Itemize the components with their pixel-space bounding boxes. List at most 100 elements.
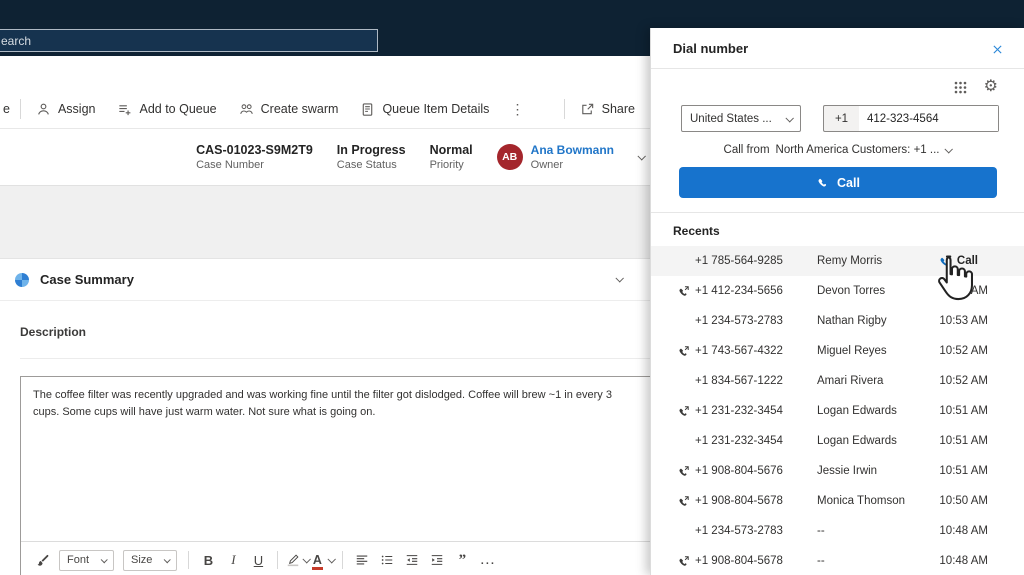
recent-call-row[interactable]: +1 908-804-5676 Jessie Irwin 10:51 AM <box>651 456 1024 486</box>
recent-name: Jessie Irwin <box>817 465 878 477</box>
close-icon[interactable] <box>988 40 1006 58</box>
outgoing-call-icon <box>677 555 690 568</box>
description-label: Description <box>20 325 87 339</box>
recent-number: +1 412-234-5656 <box>695 285 783 297</box>
size-dropdown[interactable]: Size <box>123 549 178 571</box>
phone-icon <box>816 176 829 189</box>
swarm-icon <box>239 102 254 117</box>
outgoing-call-icon <box>677 465 690 478</box>
recent-name: Nathan Rigby <box>817 315 887 327</box>
recent-call-row[interactable]: +1 743-567-4322 Miguel Reyes 10:52 AM <box>651 336 1024 366</box>
recent-number: +1 908-804-5678 <box>695 555 783 567</box>
outdent-button[interactable] <box>401 549 423 571</box>
share-icon <box>580 102 595 117</box>
bullet-list-button[interactable] <box>376 549 398 571</box>
recent-time: 10:48 AM <box>939 525 988 537</box>
bullet-list-icon <box>380 553 394 567</box>
chevron-down-icon <box>100 555 108 563</box>
bold-button[interactable]: B <box>197 549 219 571</box>
owner-label: Owner <box>530 159 564 171</box>
chevron-down-icon <box>944 145 954 154</box>
recent-call-row[interactable]: +1 834-567-1222 Amari Rivera 10:52 AM <box>651 366 1024 396</box>
font-color-button[interactable]: A <box>311 549 336 571</box>
chevron-down-icon[interactable] <box>637 152 646 161</box>
recent-call-row[interactable]: +1 908-804-5678 Monica Thomson 10:50 AM <box>651 486 1024 516</box>
owner-avatar[interactable]: AB <box>496 144 523 170</box>
recent-call-row[interactable]: +1 234-573-2783 -- 10:48 AM <box>651 516 1024 546</box>
chevron-down-icon <box>327 555 336 564</box>
assign-button[interactable]: Assign <box>25 94 107 124</box>
chevron-down-icon <box>164 555 172 563</box>
toolbar-more-button[interactable]: … <box>476 549 498 571</box>
recent-call-row[interactable]: +1 231-232-3454 Logan Edwards 10:51 AM <box>651 396 1024 426</box>
call-from-selector[interactable]: Call from North America Customers: +1 ..… <box>651 141 1024 159</box>
recent-number: +1 908-804-5676 <box>695 465 783 477</box>
rich-text-toolbar: Font Size B I U A ” … <box>21 542 651 575</box>
partial-command-label[interactable]: e <box>2 102 16 116</box>
recent-time: 10:52 AM <box>939 375 988 387</box>
command-bar-divider <box>19 99 21 119</box>
font-color-icon: A <box>311 552 323 570</box>
recent-number: +1 908-804-5678 <box>695 495 783 507</box>
recent-time: 10:51 AM <box>939 405 988 417</box>
app-screen: e Assign Add to Queue Create swarm Queue… <box>0 0 1024 575</box>
highlight-button[interactable] <box>286 549 312 571</box>
outgoing-call-icon <box>677 285 690 298</box>
recent-name: Remy Morris <box>817 255 883 267</box>
description-divider <box>20 358 652 359</box>
recent-call-row[interactable]: +1 231-232-3454 Logan Edwards 10:51 AM <box>651 426 1024 456</box>
case-number-value: CAS-01023-S9M2T9 <box>196 143 313 157</box>
priority-value: Normal <box>429 143 473 157</box>
recent-time: 10:48 AM <box>939 555 988 567</box>
case-status-value: In Progress <box>336 143 406 157</box>
recent-call-row[interactable]: +1 908-804-5678 -- 10:48 AM <box>651 546 1024 575</box>
align-left-button[interactable] <box>351 549 373 571</box>
create-swarm-button[interactable]: Create swarm <box>228 94 350 124</box>
recent-number: +1 234-573-2783 <box>695 315 783 327</box>
case-summary-title: Case Summary <box>40 272 134 287</box>
document-icon <box>360 102 375 117</box>
gear-icon[interactable]: ⚙ <box>984 79 998 95</box>
chevron-down-icon[interactable] <box>615 274 624 283</box>
italic-button[interactable]: I <box>222 549 244 571</box>
font-dropdown[interactable]: Font <box>59 549 115 571</box>
recents-title: Recents <box>673 224 720 238</box>
phone-number-input[interactable] <box>859 106 998 131</box>
outgoing-call-icon <box>677 405 690 418</box>
share-button[interactable]: Share <box>569 94 646 124</box>
add-to-queue-icon <box>117 102 132 117</box>
recent-time: 10:50 AM <box>939 495 988 507</box>
country-select[interactable]: United States ... <box>681 105 801 132</box>
indent-button[interactable] <box>426 549 448 571</box>
overflow-menu-button[interactable]: ⋮ <box>500 101 534 118</box>
call-from-value: North America Customers: +1 ... <box>775 144 940 156</box>
recent-number: +1 234-573-2783 <box>695 525 783 537</box>
priority-label: Priority <box>429 159 464 171</box>
queue-item-details-button[interactable]: Queue Item Details <box>349 94 500 124</box>
recent-time: 10:52 AM <box>939 345 988 357</box>
outgoing-call-icon <box>677 495 690 508</box>
owner-name-link[interactable]: Ana Bowmann <box>531 143 614 157</box>
dialpad-icon[interactable] <box>953 80 968 95</box>
recent-name: Miguel Reyes <box>817 345 887 357</box>
blockquote-button[interactable]: ” <box>451 549 473 571</box>
recent-name: -- <box>817 525 825 537</box>
recent-time: 10:51 AM <box>939 465 988 477</box>
recent-name: -- <box>817 555 825 567</box>
country-code-prefix: +1 <box>823 105 860 132</box>
description-text[interactable]: The coffee filter was recently upgraded … <box>21 377 641 431</box>
recent-number: +1 743-567-4322 <box>695 345 783 357</box>
recent-name: Monica Thomson <box>817 495 905 507</box>
call-button[interactable]: Call <box>679 167 997 198</box>
add-to-queue-button[interactable]: Add to Queue <box>106 94 227 124</box>
chevron-down-icon <box>785 113 794 123</box>
format-painter-icon[interactable] <box>31 549 53 571</box>
recent-name: Logan Edwards <box>817 435 897 447</box>
underline-button[interactable]: U <box>247 549 269 571</box>
mouse-hand-cursor <box>938 255 973 301</box>
recent-number: +1 834-567-1222 <box>695 375 783 387</box>
outdent-icon <box>405 553 419 567</box>
global-search-input[interactable] <box>0 29 378 52</box>
case-status-group: In Progress Case Status <box>337 143 406 171</box>
highlighter-icon <box>286 553 300 567</box>
